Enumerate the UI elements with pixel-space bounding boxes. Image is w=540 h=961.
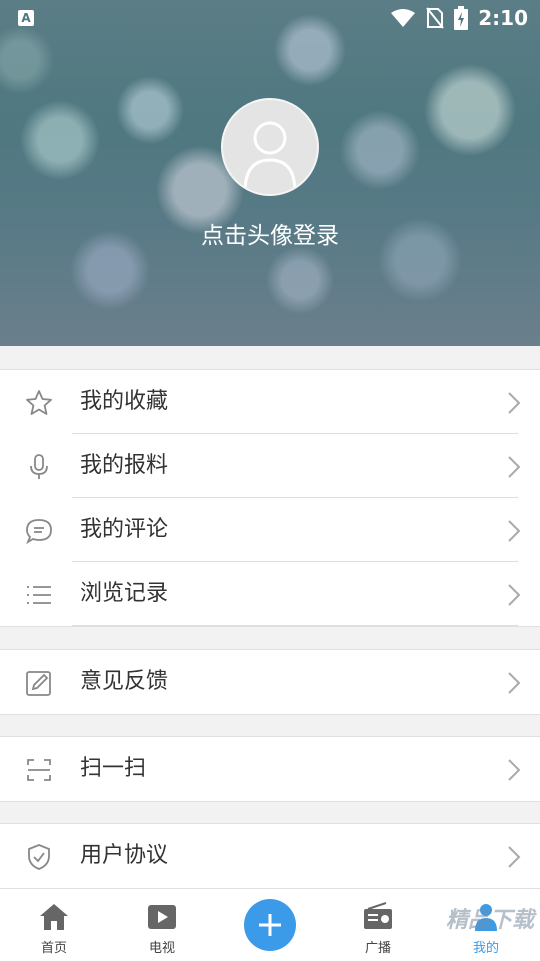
profile-header: A 2:10 点击头像登录 [0, 0, 540, 346]
edit-icon [26, 671, 51, 696]
chevron-right-icon [508, 520, 521, 542]
scan-icon [27, 759, 51, 781]
shield-icon [28, 844, 50, 870]
nav-tv[interactable]: 电视 [108, 889, 216, 961]
status-icons: 2:10 [390, 6, 528, 30]
nav-label: 我的 [472, 941, 499, 956]
chevron-right-icon [508, 672, 521, 694]
watermark: 精品下载 [445, 908, 534, 933]
nav-label: 广播 [364, 941, 391, 956]
menu-item-label: 扫一扫 [80, 756, 147, 781]
menu-group-agreement: 用户协议 [0, 823, 540, 889]
menu-item-label: 用户协议 [80, 843, 169, 868]
chevron-right-icon [508, 456, 521, 478]
app-notification-icon: A [18, 10, 34, 26]
tv-play-icon [148, 905, 176, 929]
home-icon [40, 904, 68, 930]
menu-item-label: 我的收藏 [80, 389, 169, 414]
nav-radio[interactable]: 广播 [324, 889, 432, 961]
nav-home[interactable]: 首页 [0, 889, 108, 961]
no-sim-icon [426, 7, 445, 29]
chevron-right-icon [508, 759, 521, 781]
menu-group-personal: 我的收藏 我的报料 我的评论 浏览记录 [0, 369, 540, 627]
menu-item-label: 我的评论 [80, 517, 169, 542]
default-avatar-icon [243, 121, 297, 193]
menu-item-favorites[interactable]: 我的收藏 [0, 370, 540, 434]
status-time: 2:10 [478, 6, 528, 30]
battery-charging-icon [454, 6, 469, 30]
divider [72, 625, 518, 626]
publish-plus-button[interactable] [244, 899, 296, 951]
menu-group-scan: 扫一扫 [0, 736, 540, 802]
radio-icon [364, 902, 392, 929]
menu-item-tip-off[interactable]: 我的报料 [0, 434, 540, 498]
list-icon [27, 586, 51, 604]
menu-item-scan[interactable]: 扫一扫 [0, 737, 540, 801]
comment-icon [26, 519, 52, 545]
status-bar: A 2:10 [0, 0, 540, 36]
menu-item-label: 浏览记录 [80, 581, 169, 606]
avatar[interactable] [221, 98, 319, 196]
menu-item-label: 意见反馈 [80, 669, 169, 694]
plus-icon [259, 914, 281, 936]
chevron-right-icon [508, 584, 521, 606]
menu-item-feedback[interactable]: 意见反馈 [0, 650, 540, 714]
menu-item-label: 我的报料 [80, 453, 169, 478]
chevron-right-icon [508, 846, 521, 868]
menu-group-feedback: 意见反馈 [0, 649, 540, 715]
nav-label: 首页 [40, 941, 67, 956]
login-prompt[interactable]: 点击头像登录 [0, 216, 540, 250]
nav-label: 电视 [148, 941, 175, 956]
menu-item-comments[interactable]: 我的评论 [0, 498, 540, 562]
wifi-icon [391, 9, 416, 27]
microphone-icon [30, 454, 48, 479]
star-icon [26, 390, 52, 415]
menu-item-history[interactable]: 浏览记录 [0, 562, 540, 626]
menu-item-user-agreement[interactable]: 用户协议 [0, 824, 540, 888]
chevron-right-icon [508, 392, 521, 414]
